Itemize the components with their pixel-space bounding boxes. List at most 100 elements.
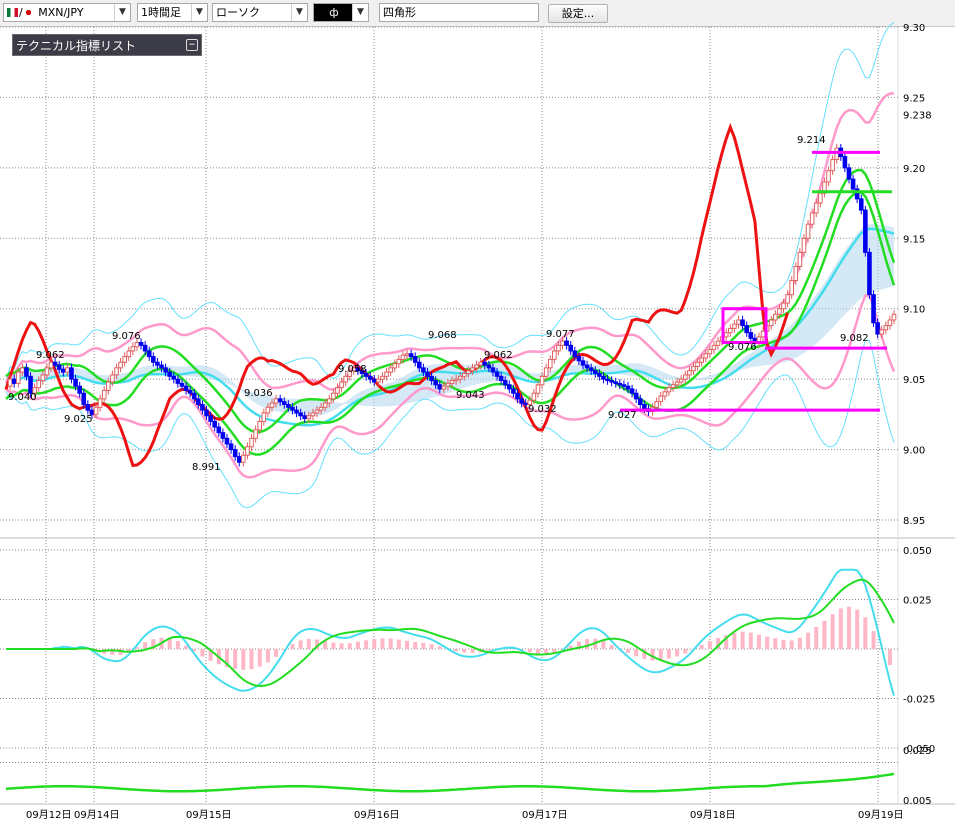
candle-body[interactable]	[658, 395, 664, 403]
candle-body[interactable]	[711, 344, 717, 351]
candle-body[interactable]	[314, 409, 320, 414]
candle-body[interactable]	[654, 401, 659, 408]
candle-body[interactable]	[425, 371, 430, 377]
candle-body[interactable]	[322, 402, 328, 408]
candle-body[interactable]	[818, 192, 823, 204]
candle-body[interactable]	[265, 406, 271, 414]
candle-body[interactable]	[678, 378, 684, 383]
candle-body[interactable]	[813, 202, 819, 214]
candle-body[interactable]	[871, 294, 876, 324]
candle-body[interactable]	[682, 374, 688, 380]
candle-body[interactable]	[568, 344, 574, 352]
candle-body[interactable]	[781, 302, 786, 310]
candle-body[interactable]	[151, 356, 156, 363]
candle-body[interactable]	[114, 367, 119, 376]
candle-body[interactable]	[584, 364, 590, 369]
candle-body[interactable]	[52, 361, 58, 366]
candle-body[interactable]	[637, 398, 643, 405]
candle-body[interactable]	[220, 432, 226, 439]
candle-body[interactable]	[36, 380, 42, 389]
candle-body[interactable]	[687, 370, 692, 376]
candle-body[interactable]	[77, 385, 82, 394]
candle-body[interactable]	[417, 361, 422, 369]
candle-body[interactable]	[588, 367, 594, 372]
candle-body[interactable]	[273, 398, 279, 404]
candle-body[interactable]	[191, 392, 197, 400]
candle-body[interactable]	[547, 358, 553, 369]
candle-body[interactable]	[617, 382, 623, 386]
candle-body[interactable]	[81, 392, 87, 405]
candle-body[interactable]	[670, 384, 676, 389]
candle-body[interactable]	[110, 374, 115, 383]
candle-body[interactable]	[167, 371, 172, 377]
candle-body[interactable]	[171, 375, 177, 380]
candle-body[interactable]	[302, 415, 308, 420]
candle-body[interactable]	[470, 367, 475, 372]
candle-body[interactable]	[290, 406, 295, 411]
candle-body[interactable]	[371, 378, 377, 383]
candle-body[interactable]	[60, 368, 66, 373]
candle-body[interactable]	[331, 392, 336, 400]
candle-body[interactable]	[592, 370, 598, 375]
candle-body[interactable]	[179, 382, 185, 387]
candle-body[interactable]	[65, 367, 70, 373]
candle-body[interactable]	[601, 375, 606, 380]
candle-body[interactable]	[597, 373, 602, 377]
candle-body[interactable]	[339, 381, 344, 389]
candle-body[interactable]	[793, 265, 799, 282]
candle-body[interactable]	[564, 340, 569, 346]
candle-body[interactable]	[462, 373, 467, 377]
candle-body[interactable]	[605, 378, 610, 382]
candle-body[interactable]	[404, 353, 410, 356]
candle-body[interactable]	[691, 365, 696, 372]
candle-body[interactable]	[760, 330, 766, 338]
candle-body[interactable]	[101, 389, 107, 400]
candle-body[interactable]	[728, 327, 733, 334]
candle-body[interactable]	[850, 178, 856, 190]
candle-body[interactable]	[777, 308, 782, 315]
candle-body[interactable]	[515, 392, 520, 400]
candle-body[interactable]	[482, 361, 488, 366]
candle-body[interactable]	[224, 437, 230, 445]
candle-body[interactable]	[625, 385, 631, 390]
candle-body[interactable]	[138, 342, 144, 346]
candle-body[interactable]	[785, 294, 790, 304]
candle-body[interactable]	[453, 378, 459, 382]
candle-body[interactable]	[826, 170, 831, 183]
candle-body[interactable]	[48, 361, 54, 369]
candle-body[interactable]	[216, 426, 222, 434]
candle-body[interactable]	[376, 378, 381, 383]
candle-body[interactable]	[294, 409, 299, 414]
candle-body[interactable]	[789, 280, 794, 296]
candle-body[interactable]	[543, 367, 549, 377]
candle-body[interactable]	[642, 403, 647, 410]
candle-body[interactable]	[196, 398, 201, 405]
candle-body[interactable]	[24, 367, 29, 377]
candle-body[interactable]	[519, 398, 524, 404]
candle-body[interactable]	[486, 364, 492, 369]
candle-body[interactable]	[28, 375, 33, 394]
candle-body[interactable]	[85, 403, 91, 411]
candle-body[interactable]	[236, 456, 242, 463]
minus-box-icon[interactable]: −	[186, 39, 198, 51]
candle-body[interactable]	[846, 167, 852, 180]
candle-body[interactable]	[155, 361, 160, 366]
candle-body[interactable]	[437, 384, 443, 390]
candle-body[interactable]	[523, 402, 529, 406]
candle-body[interactable]	[732, 323, 737, 329]
candle-body[interactable]	[15, 371, 21, 384]
candle-body[interactable]	[367, 375, 373, 380]
candle-body[interactable]	[801, 237, 807, 253]
candle-body[interactable]	[875, 322, 880, 335]
candle-body[interactable]	[695, 361, 700, 367]
candle-body[interactable]	[457, 375, 463, 380]
candle-body[interactable]	[175, 378, 181, 384]
candle-body[interactable]	[797, 251, 803, 267]
candle-body[interactable]	[715, 340, 721, 346]
candle-body[interactable]	[269, 402, 275, 408]
candle-body[interactable]	[228, 443, 234, 451]
candle-body[interactable]	[281, 401, 287, 405]
candle-body[interactable]	[768, 319, 774, 327]
candle-body[interactable]	[629, 388, 635, 394]
candle-body[interactable]	[122, 356, 127, 363]
